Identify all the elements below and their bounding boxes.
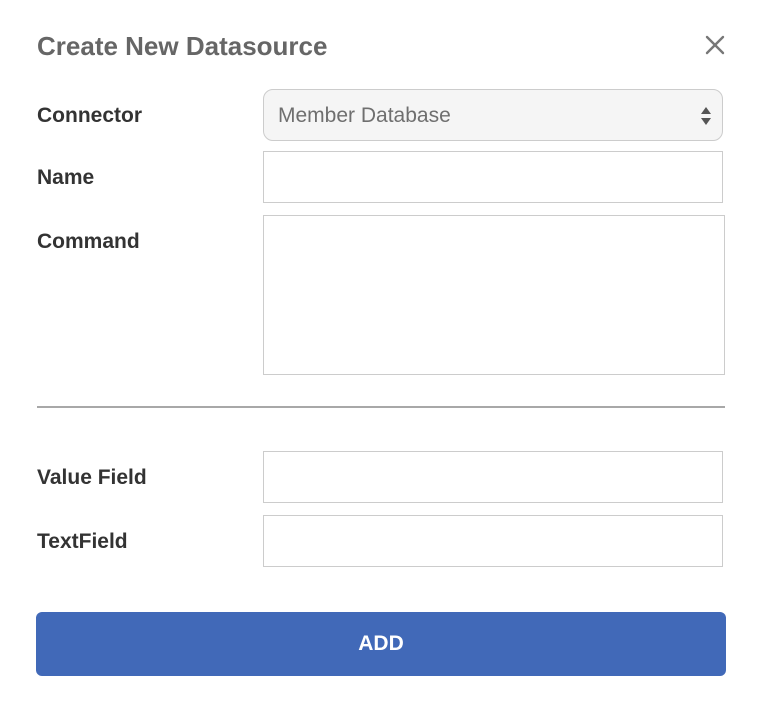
select-arrows-icon bbox=[701, 107, 711, 125]
command-label: Command bbox=[37, 230, 140, 253]
text-field-input[interactable] bbox=[263, 515, 723, 567]
connector-selected-value: Member Database bbox=[278, 104, 451, 127]
value-field-label: Value Field bbox=[37, 466, 147, 489]
section-divider bbox=[37, 406, 725, 408]
name-label: Name bbox=[37, 166, 95, 189]
text-field-label: TextField bbox=[37, 530, 128, 553]
dialog-title: Create New Datasource bbox=[37, 31, 328, 61]
connector-label: Connector bbox=[37, 104, 142, 127]
add-button[interactable]: ADD bbox=[36, 612, 726, 676]
name-input[interactable] bbox=[263, 151, 723, 203]
close-icon bbox=[705, 35, 725, 55]
close-button[interactable] bbox=[702, 32, 728, 58]
value-field-input[interactable] bbox=[263, 451, 723, 503]
connector-select[interactable]: Member Database bbox=[263, 89, 723, 141]
command-textarea[interactable] bbox=[263, 215, 725, 375]
create-datasource-dialog: Create New Datasource Connector Member D… bbox=[0, 0, 760, 708]
